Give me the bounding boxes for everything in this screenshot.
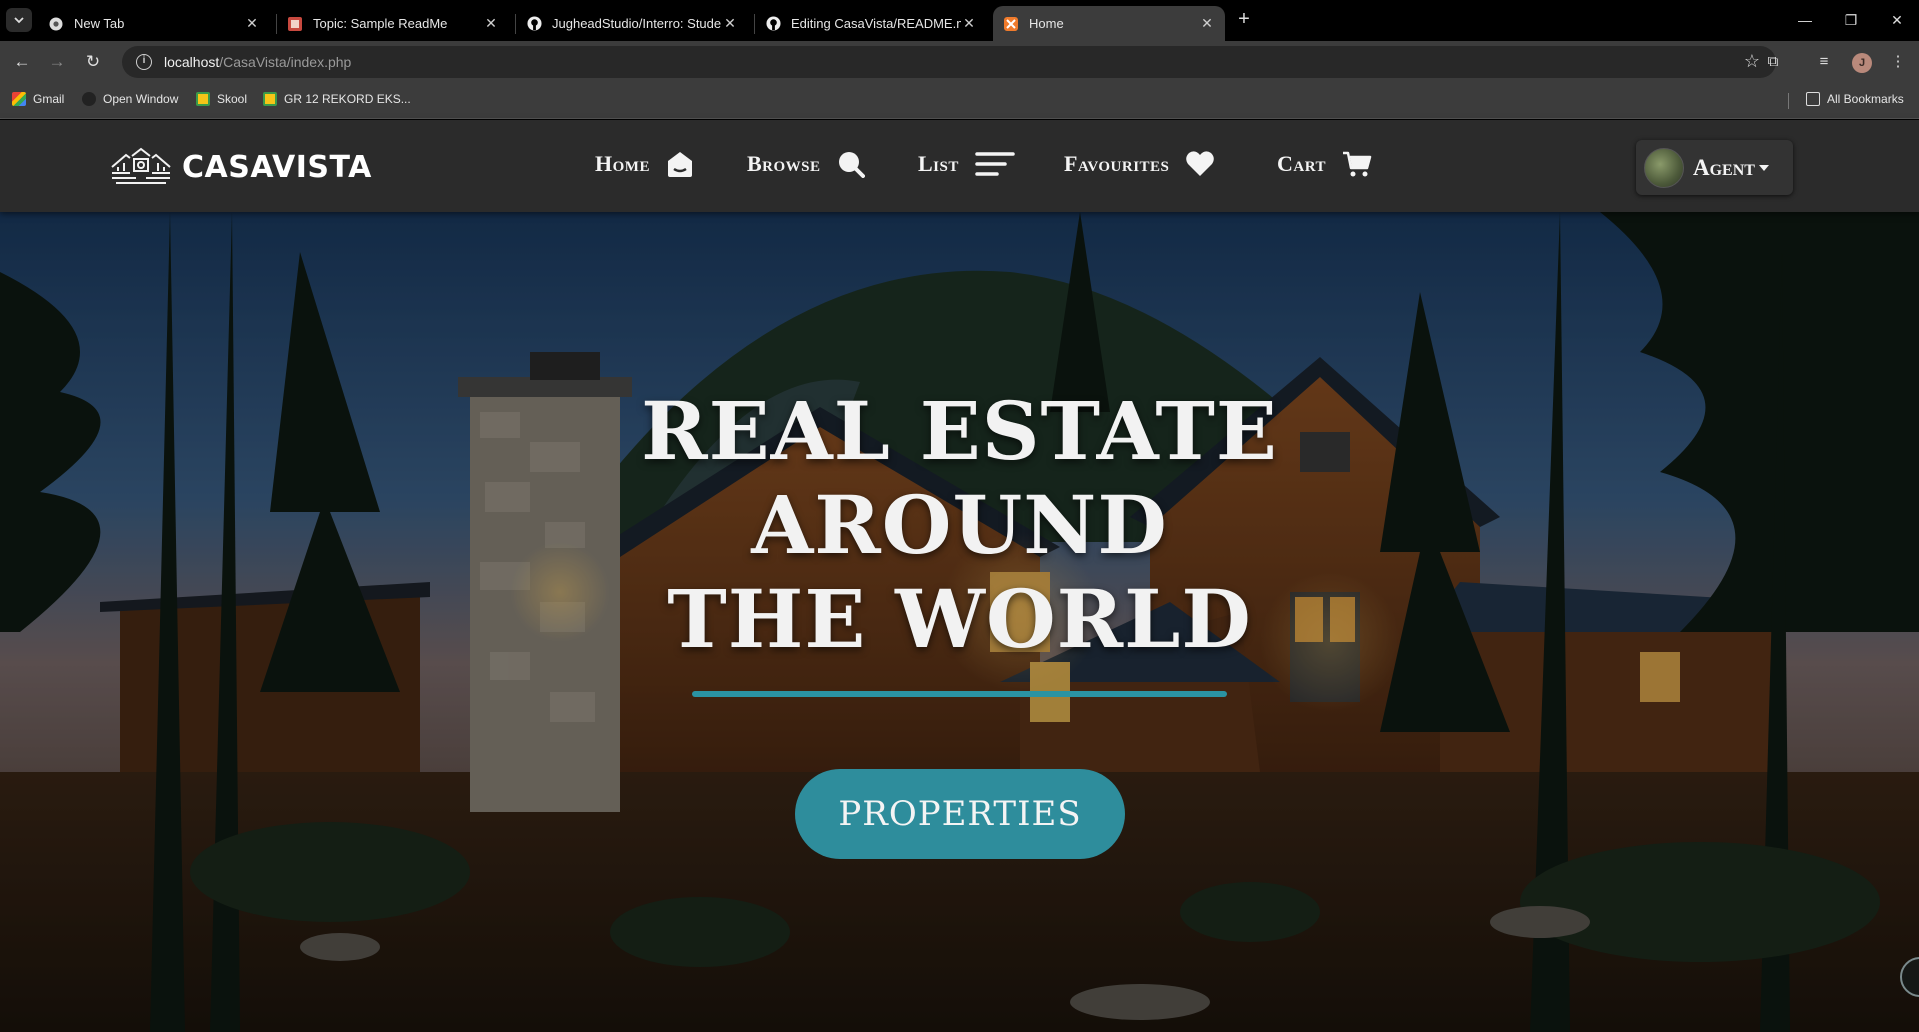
nav-list-label: List [918, 151, 959, 176]
hero-title-underline [692, 691, 1227, 697]
kebab-menu-icon[interactable]: ⋮ [1886, 50, 1910, 74]
bookmark-open-window[interactable]: Open Window [82, 92, 178, 106]
browser-toolbar: ← → ↻ i localhost/CasaVista/index.php ☆ … [0, 41, 1919, 83]
tab-title: JugheadStudio/Interro: Student [552, 16, 722, 31]
arrow-right-icon: → [48, 52, 66, 71]
close-icon[interactable]: ✕ [244, 15, 260, 32]
new-tab-button[interactable]: + [1232, 8, 1256, 32]
arrow-left-icon: ← [13, 52, 31, 71]
nav-favourites-label: Favourites [1064, 151, 1170, 176]
nav-favourites[interactable]: Favourites [1064, 150, 1215, 178]
bookmark-gr12[interactable]: GR 12 REKORD EKS... [263, 92, 411, 106]
address-path: /CasaVista/index.php [219, 54, 352, 70]
browser-tab[interactable]: Editing CasaVista/README.md ✕ [755, 6, 987, 41]
bookmark-label: GR 12 REKORD EKS... [284, 92, 411, 106]
heart-icon [1185, 150, 1215, 178]
github-icon [765, 16, 781, 32]
minimize-button[interactable]: — [1790, 8, 1820, 32]
all-bookmarks[interactable]: All Bookmarks [1806, 92, 1904, 106]
forward-button[interactable]: → [45, 50, 69, 74]
forum-icon [287, 16, 303, 32]
classroom-icon [263, 92, 277, 106]
xampp-icon [1003, 16, 1019, 32]
reload-icon: ↻ [85, 52, 101, 71]
account-label: Agent [1693, 154, 1755, 180]
close-icon[interactable]: ✕ [722, 15, 738, 32]
bookmark-label: Skool [217, 92, 248, 106]
minimize-icon: — [1798, 12, 1812, 28]
home-icon [666, 150, 694, 178]
tab-title: Home [1029, 16, 1064, 31]
close-icon[interactable]: ✕ [961, 15, 977, 32]
chrome-icon [48, 16, 64, 32]
address-host: localhost [164, 54, 220, 70]
tab-title: Editing CasaVista/README.md [791, 16, 961, 31]
hero-title-line: REAL ESTATE [641, 384, 1278, 478]
media-control-icon[interactable]: ≡ [1812, 50, 1836, 74]
caret-down-icon [1758, 164, 1769, 171]
nav-browse[interactable]: Browse [747, 150, 865, 178]
bookmark-label: Open Window [103, 92, 179, 106]
hero-title-line: THE WORLD [667, 572, 1252, 666]
properties-button[interactable]: PROPERTIES [795, 769, 1125, 859]
close-window-button[interactable]: ✕ [1882, 8, 1912, 32]
cart-icon [1342, 150, 1372, 178]
nav-home[interactable]: Home [595, 150, 694, 178]
star-icon[interactable]: ☆ [1744, 51, 1760, 72]
bookmark-skool[interactable]: Skool [196, 92, 247, 106]
globe-icon [82, 92, 96, 106]
chevron-down-icon [14, 17, 24, 24]
browser-tab-active[interactable]: Home ✕ [993, 6, 1225, 41]
tab-title: New Tab [74, 16, 125, 31]
browser-tab[interactable]: New Tab ✕ [38, 6, 270, 41]
close-icon: ✕ [1891, 12, 1903, 28]
account-dropdown[interactable]: Agent [1636, 140, 1793, 195]
tab-search-button[interactable] [6, 8, 32, 32]
all-bookmarks-label: All Bookmarks [1827, 92, 1904, 106]
avatar [1644, 147, 1684, 188]
folder-icon [1806, 92, 1820, 106]
browser-tab[interactable]: Topic: Sample ReadMe ✕ [277, 6, 509, 41]
hero-section: REAL ESTATE AROUND THE WORLD PROPERTIES [0, 212, 1919, 1032]
site-logo[interactable]: CASAVISTA [110, 147, 372, 187]
search-icon [837, 150, 865, 178]
nav-browse-label: Browse [747, 151, 821, 176]
nav-cart[interactable]: Cart [1277, 150, 1372, 178]
tab-title: Topic: Sample ReadMe [313, 16, 448, 31]
bookmarks-bar: Gmail Open Window Skool GR 12 REKORD EKS… [0, 83, 1919, 119]
browser-tab[interactable]: JugheadStudio/Interro: Student ✕ [516, 6, 748, 41]
site-header: CASAVISTA Home Browse List Favourites Ca… [0, 120, 1919, 212]
close-icon[interactable]: ✕ [483, 15, 499, 32]
restore-button[interactable]: ❐ [1836, 8, 1866, 32]
browser-tabstrip: New Tab ✕ Topic: Sample ReadMe ✕ Jughead… [0, 0, 1919, 41]
bookmark-separator [1788, 93, 1789, 109]
bookmark-label: Gmail [33, 92, 65, 106]
plus-icon: + [1238, 8, 1250, 30]
classroom-icon [196, 92, 210, 106]
logo-text: CASAVISTA [182, 149, 372, 185]
restore-icon: ❐ [1844, 12, 1858, 28]
reload-button[interactable]: ↻ [81, 50, 105, 74]
logo-house-icon [111, 147, 171, 184]
nav-cart-label: Cart [1277, 151, 1327, 176]
hero-title: REAL ESTATE AROUND THE WORLD [0, 384, 1919, 666]
nav-home-label: Home [595, 151, 650, 176]
address-bar[interactable]: i localhost/CasaVista/index.php ☆ [122, 46, 1776, 78]
nav-list[interactable]: List [918, 150, 1015, 178]
github-icon [526, 16, 542, 32]
close-icon[interactable]: ✕ [1199, 15, 1215, 32]
profile-avatar[interactable]: J [1852, 53, 1872, 73]
bookmark-gmail[interactable]: Gmail [12, 92, 64, 106]
gmail-icon [12, 92, 26, 106]
list-icon [975, 150, 1015, 178]
hero-title-line: AROUND [751, 478, 1168, 572]
extensions-icon[interactable]: ⧉ [1761, 50, 1785, 74]
back-button[interactable]: ← [10, 50, 34, 74]
site-info-icon[interactable]: i [136, 54, 152, 70]
